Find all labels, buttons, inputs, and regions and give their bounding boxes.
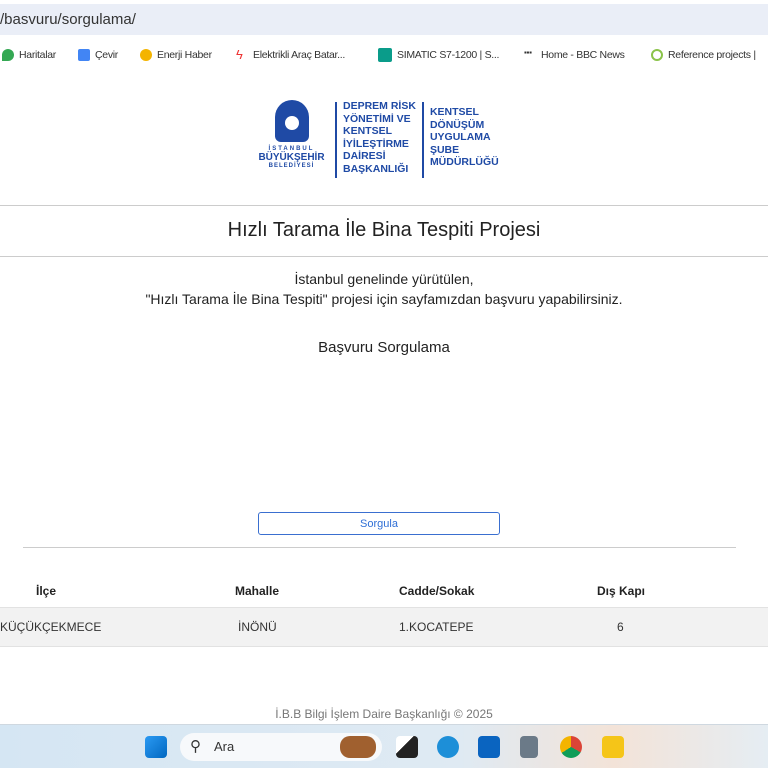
bookmark-label: Çevir — [95, 49, 119, 61]
edge-icon[interactable] — [437, 736, 459, 758]
flame-icon — [140, 49, 152, 61]
address-bar[interactable]: /basvuru/sorgulama/ — [0, 4, 768, 35]
taskbar — [0, 724, 768, 768]
table-row — [0, 607, 768, 647]
intro-line-2: "Hızlı Tarama İle Bina Tespiti" projesi … — [145, 291, 623, 307]
bookmark-label: Reference projects | — [668, 49, 756, 61]
header-cadde: Cadde/Sokak — [399, 584, 475, 598]
task-view-icon[interactable] — [396, 736, 418, 758]
bookmark-label: Enerji Haber — [157, 49, 212, 61]
bookmark-enerji[interactable]: Enerji Haber — [140, 42, 212, 68]
page-title: Hızlı Tarama İle Bina Tespiti Projesi — [227, 219, 541, 241]
power-icon — [651, 49, 663, 61]
file-explorer-icon[interactable] — [602, 736, 624, 758]
header-ilce: İlçe — [36, 584, 57, 598]
bookmark-label: Haritalar — [19, 49, 56, 61]
translate-icon — [78, 49, 90, 61]
bookmark-reference[interactable]: Reference projects | — [651, 42, 756, 68]
bookmark-cevir[interactable]: Çevir — [78, 42, 118, 68]
search-icon: ⚲ — [190, 738, 201, 755]
ibb-logo: İSTANBUL BÜYÜKŞEHİR BELEDİYESİ DEPREM RİSK… — [254, 100, 506, 182]
windows-start-icon[interactable] — [145, 736, 167, 758]
bookmark-elektrikli[interactable]: ϟ Elektrikli Araç Batar... — [236, 42, 345, 68]
bookmarks-bar: Haritalar Çevir Enerji Haber ϟ Elektrikli… — [0, 42, 768, 68]
bbc-icon: ▪▪▪ — [524, 48, 532, 57]
bookmark-simatic[interactable]: SIMATIC S7-1200 | S... — [378, 42, 499, 68]
calculator-icon[interactable] — [520, 736, 538, 758]
footer: İ.B.B Bilgi İşlem Daire Başkanlığı © 202… — [275, 707, 493, 721]
outlook-icon[interactable] — [478, 736, 500, 758]
lightning-icon: ϟ — [236, 47, 243, 62]
cell-dis-kapi: 6 — [617, 620, 624, 634]
cell-cadde: 1.KOCATEPE — [399, 620, 474, 634]
chrome-icon[interactable] — [560, 736, 582, 758]
header-dis-kapi: Dış Kapı — [597, 584, 646, 598]
bookmark-label: SIMATIC S7-1200 | S... — [397, 49, 500, 61]
bookmark-label: Home - BBC News — [541, 49, 625, 61]
bookmark-bbc[interactable]: ▪▪▪ Home - BBC News — [524, 42, 625, 68]
ibb-emblem-icon — [274, 100, 309, 142]
header-mahalle: Mahalle — [235, 584, 280, 598]
bookmark-label: Elektrikli Araç Batar... — [253, 49, 346, 61]
search-highlight-icon — [340, 736, 376, 758]
cell-mahalle: İNÖNÜ — [238, 620, 277, 634]
cell-ilce: KÜÇÜKÇEKMECE — [0, 620, 102, 634]
intro-line-1: İstanbul genelinde yürütülen, — [294, 271, 474, 287]
maps-icon — [2, 49, 14, 61]
siemens-icon — [378, 48, 392, 62]
bookmark-haritalar[interactable]: Haritalar — [2, 42, 56, 68]
section-title: Başvuru Sorgulama — [318, 339, 450, 356]
sorgula-button[interactable]: Sorgula — [258, 512, 500, 535]
search-placeholder: Ara — [214, 739, 235, 754]
